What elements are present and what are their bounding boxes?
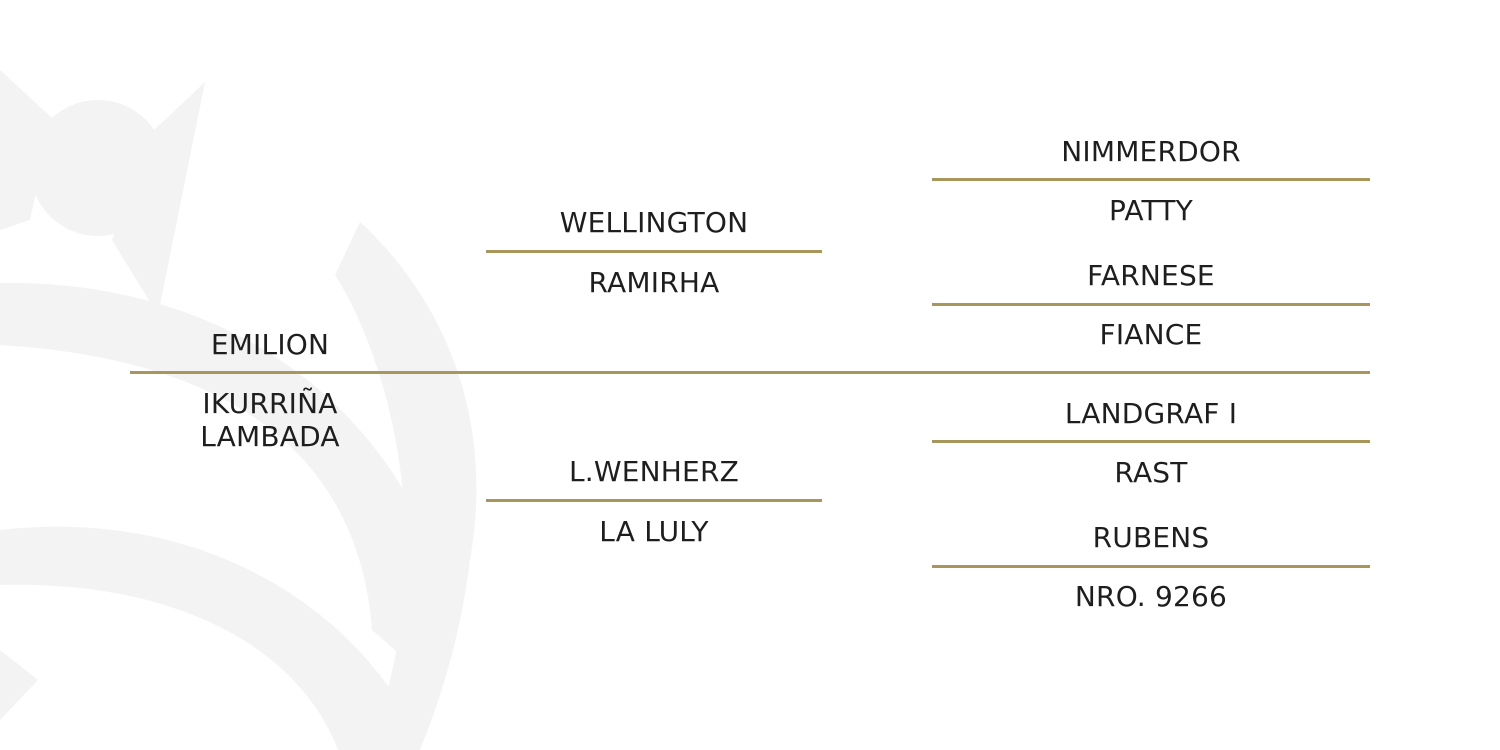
- sire-dam-dam-name: FIANCE: [1099, 318, 1203, 351]
- dam-sire-dam-name: RAST: [1114, 456, 1188, 489]
- dam-sire-divider-line: [932, 440, 1370, 443]
- dam-sire-name: L.WENHERZ: [568, 455, 739, 488]
- dam-dam-sire-name: RUBENS: [1092, 521, 1210, 554]
- sire-sire-dam-name: PATTY: [1109, 194, 1193, 227]
- sire-sire-sire-name: NIMMERDOR: [1061, 135, 1241, 168]
- sire-name: EMILION: [210, 328, 330, 361]
- main-divider-line: [130, 371, 1370, 374]
- pedigree-chart: EMILION IKURRIÑA LAMBADA WELLINGTON RAMI…: [0, 0, 1500, 750]
- sire-dam-divider-line: [932, 303, 1370, 306]
- dam-dam-divider-line: [932, 565, 1370, 568]
- sire-dam-name: RAMIRHA: [588, 266, 720, 299]
- sire-sire-name: WELLINGTON: [559, 206, 749, 239]
- sire-sire-divider-line: [932, 178, 1370, 181]
- dam-dam-dam-name: NRO. 9266: [1074, 580, 1228, 613]
- dam-dam-name: LA LULY: [599, 515, 709, 548]
- dam-divider-line: [486, 499, 822, 502]
- sire-divider-line: [486, 250, 822, 253]
- sire-dam-sire-name: FARNESE: [1087, 259, 1215, 292]
- dam-name: IKURRIÑA LAMBADA: [200, 387, 340, 453]
- dam-sire-sire-name: LANDGRAF I: [1064, 397, 1238, 430]
